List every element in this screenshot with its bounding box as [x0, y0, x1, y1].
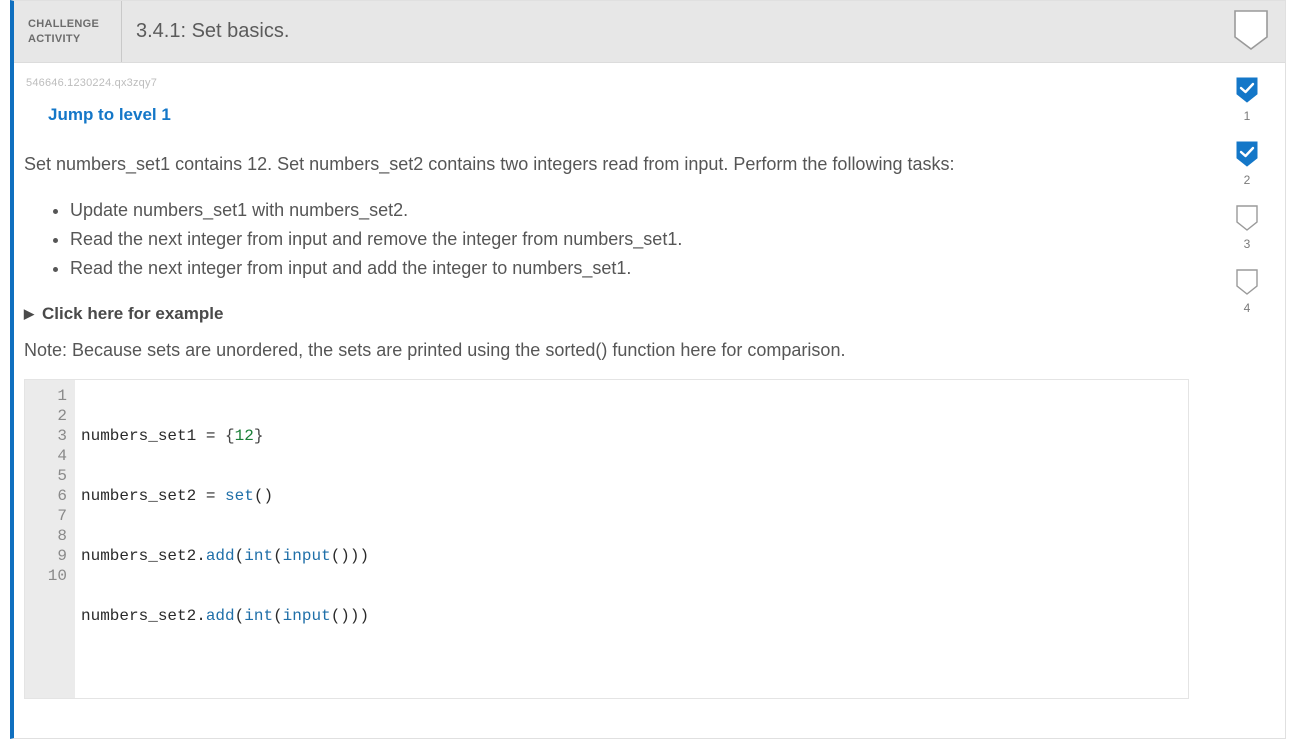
- line-number: 1: [25, 386, 67, 406]
- prompt-text: Set numbers_set1 contains 12. Set number…: [24, 151, 1189, 178]
- level-number: 2: [1244, 173, 1251, 187]
- code-line: [81, 666, 1188, 686]
- example-toggle-label: Click here for example: [42, 304, 223, 324]
- level-indicator[interactable]: 1: [1219, 77, 1275, 123]
- line-number: 10: [25, 566, 67, 586]
- level-number: 3: [1244, 237, 1251, 251]
- line-number: 6: [25, 486, 67, 506]
- line-number: 3: [25, 426, 67, 446]
- task-list: Update numbers_set1 with numbers_set2. R…: [70, 196, 1189, 282]
- note-text: Note: Because sets are unordered, the se…: [24, 340, 1189, 361]
- code-line: numbers_set2.add(int(input())): [81, 606, 1188, 626]
- task-item: Read the next integer from input and add…: [70, 254, 1189, 283]
- level-indicator[interactable]: 4: [1219, 269, 1275, 315]
- editor-gutter: 1 2 3 4 5 6 7 8 9 10: [25, 380, 75, 698]
- level-shield-icon: [1236, 141, 1258, 167]
- activity-title: 3.4.1: Set basics.: [122, 1, 1233, 62]
- activity-header: CHALLENGE ACTIVITY 3.4.1: Set basics.: [14, 1, 1285, 63]
- editor-codearea[interactable]: numbers_set1 = {12} numbers_set2 = set()…: [75, 380, 1188, 698]
- activity-badge: CHALLENGE ACTIVITY: [14, 1, 122, 62]
- line-number: 9: [25, 546, 67, 566]
- level-indicator-column: 1 2: [1219, 77, 1275, 699]
- tracker-id: 546646.1230224.qx3zqy7: [26, 77, 1189, 89]
- progress-shield-icon: [1233, 9, 1273, 53]
- line-number: 8: [25, 526, 67, 546]
- level-indicator[interactable]: 3: [1219, 205, 1275, 251]
- code-editor[interactable]: 1 2 3 4 5 6 7 8 9 10 numbers_set1 = {12}…: [24, 379, 1189, 699]
- badge-line-1: CHALLENGE: [28, 17, 111, 32]
- jump-to-level-link[interactable]: Jump to level 1: [48, 105, 171, 125]
- task-item: Read the next integer from input and rem…: [70, 225, 1189, 254]
- level-number: 4: [1244, 301, 1251, 315]
- level-shield-icon: [1236, 205, 1258, 231]
- triangle-right-icon: ▶: [24, 306, 34, 322]
- level-indicator[interactable]: 2: [1219, 141, 1275, 187]
- level-number: 1: [1244, 109, 1251, 123]
- code-line: numbers_set1 = {12}: [81, 426, 1188, 446]
- line-number: 4: [25, 446, 67, 466]
- code-line: numbers_set2.add(int(input())): [81, 546, 1188, 566]
- level-shield-icon: [1236, 269, 1258, 295]
- example-toggle[interactable]: ▶ Click here for example: [24, 304, 1189, 324]
- task-item: Update numbers_set1 with numbers_set2.: [70, 196, 1189, 225]
- level-shield-icon: [1236, 77, 1258, 103]
- challenge-panel: CHALLENGE ACTIVITY 3.4.1: Set basics. 54…: [10, 0, 1286, 739]
- line-number: 7: [25, 506, 67, 526]
- line-number: 5: [25, 466, 67, 486]
- badge-line-2: ACTIVITY: [28, 32, 111, 47]
- line-number: 2: [25, 406, 67, 426]
- activity-main: 546646.1230224.qx3zqy7 Jump to level 1 S…: [24, 77, 1219, 699]
- code-line: numbers_set2 = set(): [81, 486, 1188, 506]
